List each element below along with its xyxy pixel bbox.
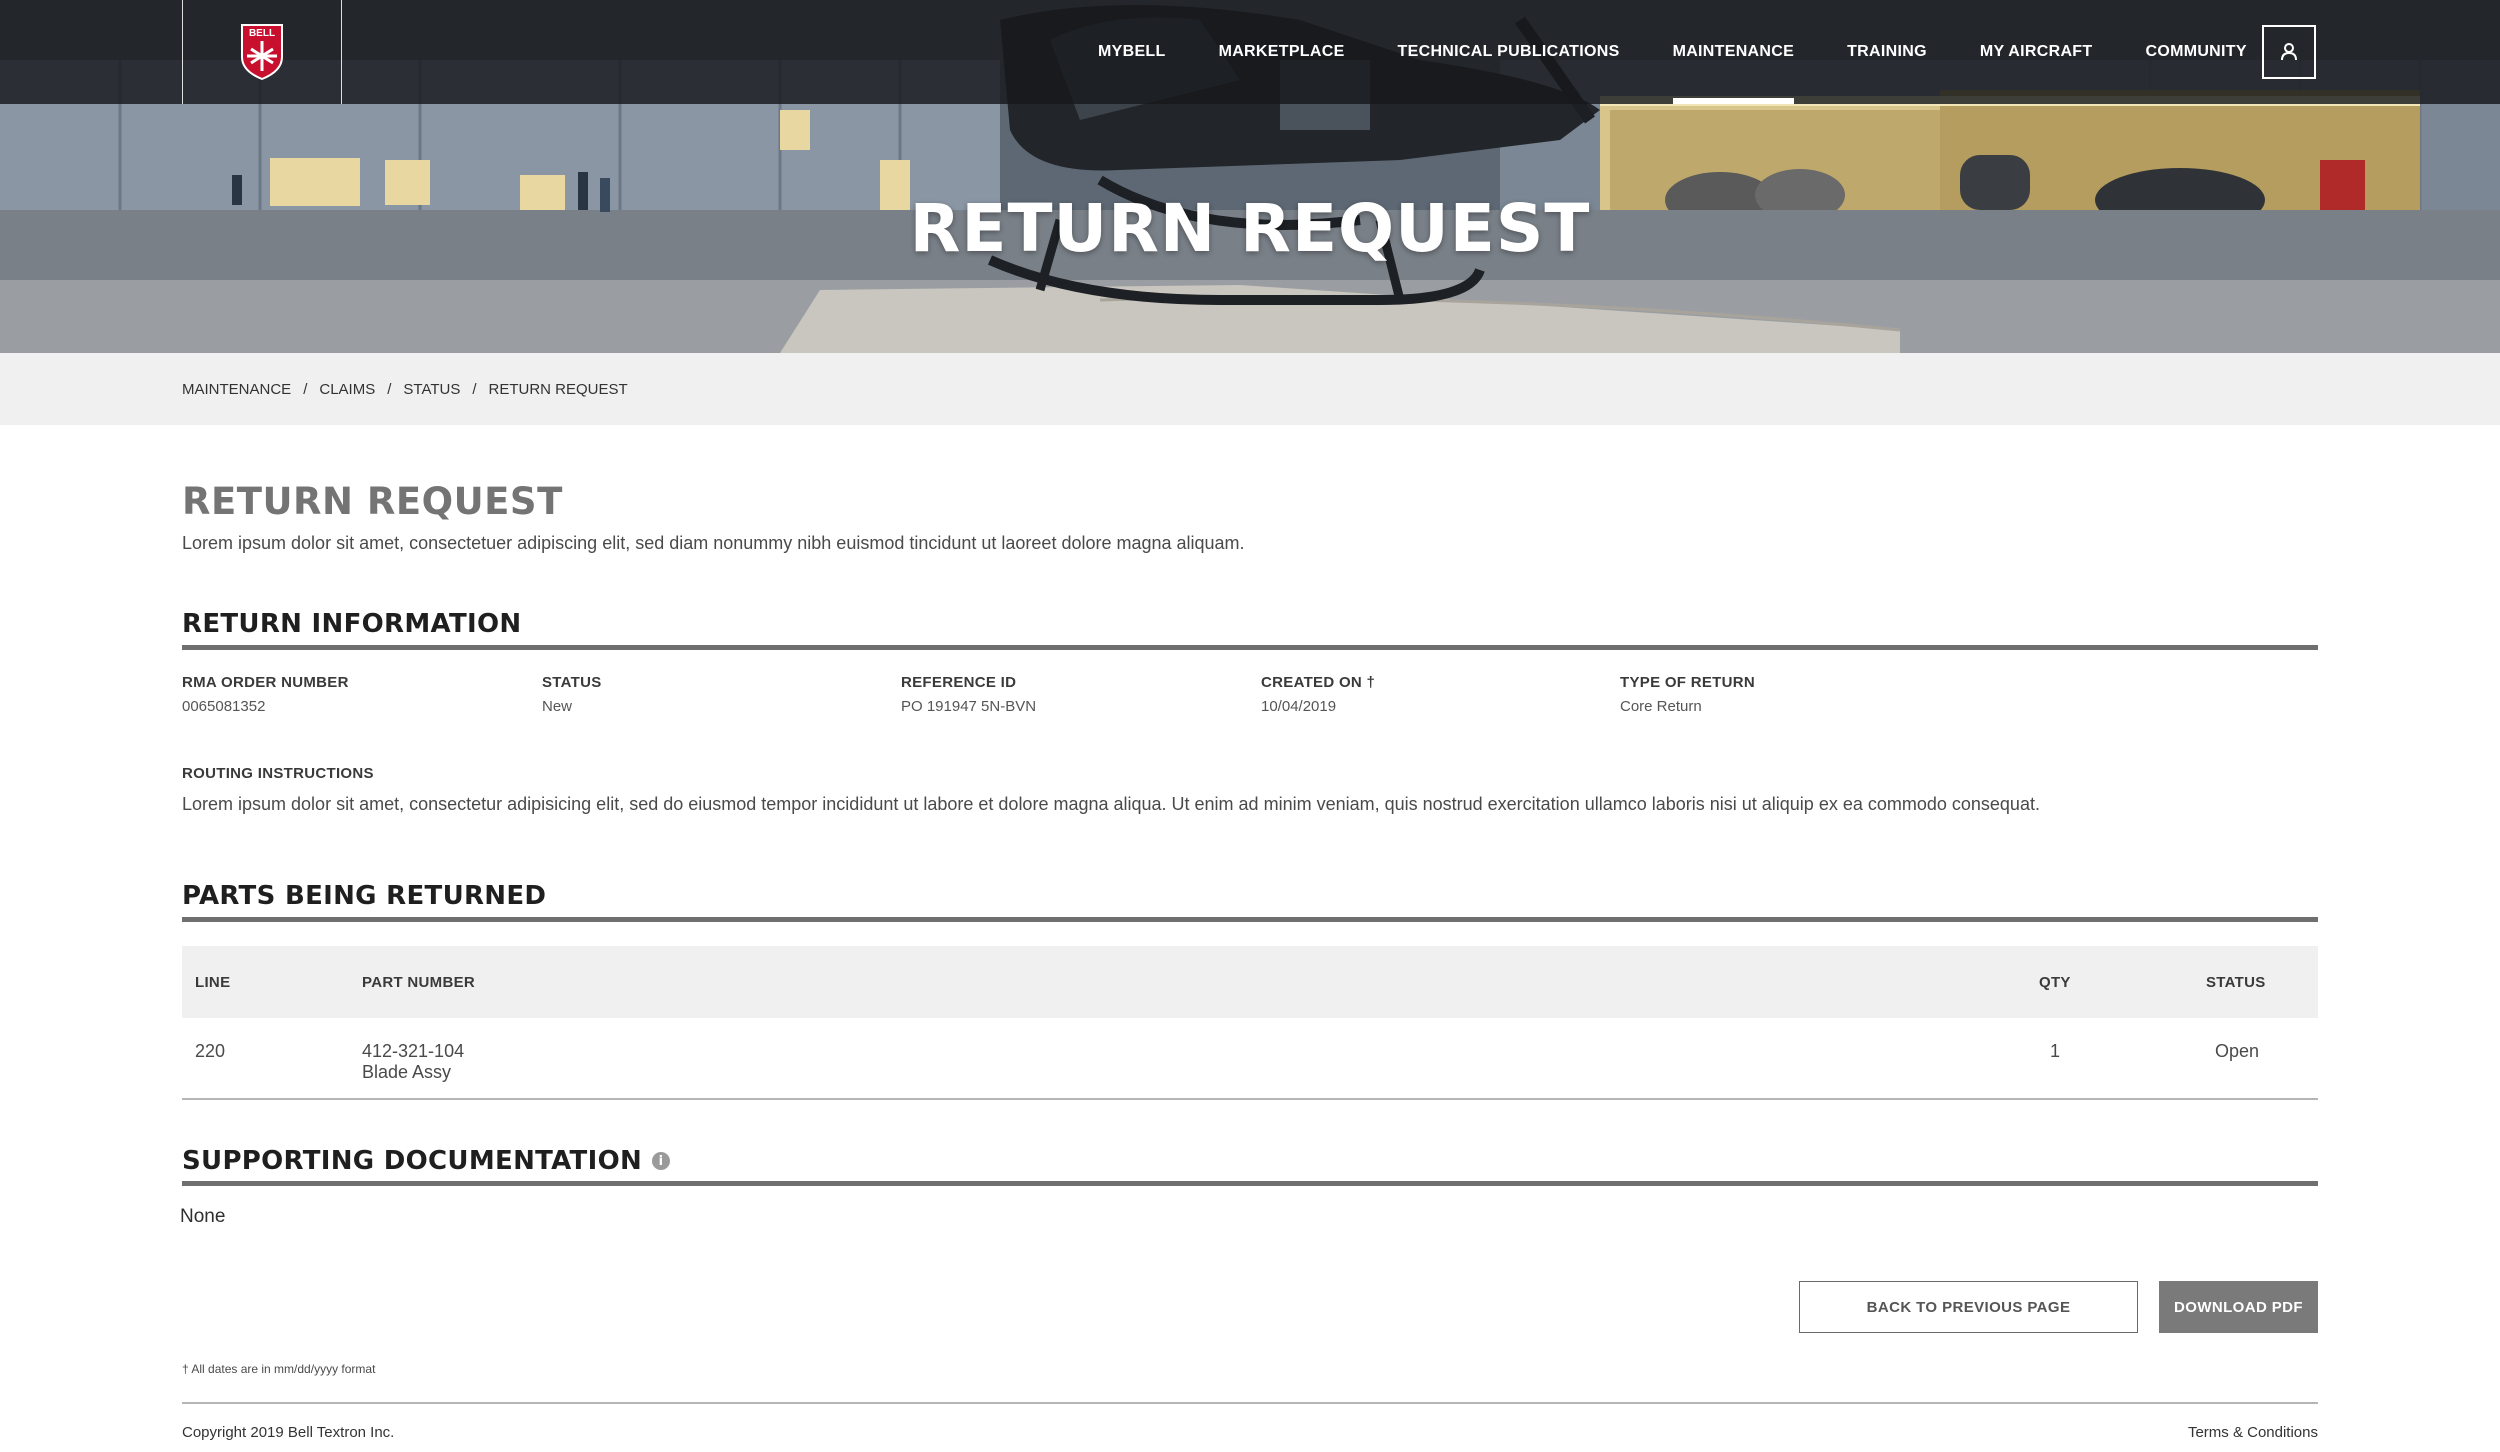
page-intro: Lorem ipsum dolor sit amet, consectetuer… bbox=[182, 533, 1245, 553]
type-of-return-value: Core Return bbox=[1620, 698, 1702, 715]
bell-logo-icon: BELL bbox=[241, 24, 283, 81]
rma-order-number-label: RMA ORDER NUMBER bbox=[182, 674, 349, 691]
logo-text: BELL bbox=[249, 28, 275, 39]
nav-item-training[interactable]: TRAINING bbox=[1847, 0, 1927, 104]
status-label: STATUS bbox=[542, 674, 602, 691]
nav-item-technical-publications[interactable]: TECHNICAL PUBLICATIONS bbox=[1398, 0, 1620, 104]
routing-instructions-text: Lorem ipsum dolor sit amet, consectetur … bbox=[182, 794, 2040, 814]
column-header-part-number: PART NUMBER bbox=[362, 973, 476, 991]
nav-item-community[interactable]: COMMUNITY bbox=[2145, 0, 2246, 104]
column-header-qty: QTY bbox=[2039, 973, 2071, 991]
terms-and-conditions-link[interactable]: Terms & Conditions bbox=[2188, 1424, 2318, 1441]
created-on-value: 10/04/2019 bbox=[1261, 698, 1337, 715]
cell-line: 220 bbox=[195, 1041, 226, 1061]
supporting-documentation-heading: SUPPORTING DOCUMENTATION i bbox=[182, 1146, 671, 1176]
user-icon bbox=[2281, 43, 2297, 61]
section-divider bbox=[182, 645, 2318, 650]
supporting-documentation-title: SUPPORTING DOCUMENTATION bbox=[182, 1146, 643, 1176]
back-to-previous-page-button[interactable]: BACK TO PREVIOUS PAGE bbox=[1799, 1281, 2138, 1333]
return-information-heading: RETURN INFORMATION bbox=[182, 609, 522, 639]
table-row-divider bbox=[182, 1098, 2318, 1100]
rma-order-number-value: 0065081352 bbox=[182, 698, 266, 715]
routing-instructions-label: ROUTING INSTRUCTIONS bbox=[182, 765, 374, 782]
cell-part-number: 412-321-104 bbox=[362, 1041, 465, 1061]
breadcrumb-status[interactable]: STATUS bbox=[403, 381, 460, 398]
info-icon[interactable]: i bbox=[652, 1152, 671, 1170]
type-of-return-label: TYPE OF RETURN bbox=[1620, 674, 1756, 691]
parts-table-header: LINE PART NUMBER QTY STATUS bbox=[182, 946, 2318, 1018]
parts-being-returned-heading: PARTS BEING RETURNED bbox=[182, 881, 547, 911]
nav-item-marketplace[interactable]: MARKETPLACE bbox=[1219, 0, 1345, 104]
section-divider bbox=[182, 917, 2318, 922]
breadcrumb-claims[interactable]: CLAIMS bbox=[319, 381, 375, 398]
hero-title: RETURN REQUEST bbox=[909, 190, 1591, 267]
breadcrumb-current: RETURN REQUEST bbox=[488, 380, 628, 398]
created-on-label: CREATED ON † bbox=[1261, 674, 1376, 691]
page-title: RETURN REQUEST bbox=[182, 480, 563, 523]
breadcrumb-separator: / bbox=[303, 380, 308, 398]
cell-status: Open bbox=[2215, 1041, 2260, 1061]
cell-part-description: Blade Assy bbox=[362, 1062, 452, 1082]
hero-banner: BELL MYBELL MARKETPLACE TECHNICAL PUBLIC… bbox=[0, 0, 2500, 353]
primary-nav: MYBELL MARKETPLACE TECHNICAL PUBLICATION… bbox=[1098, 0, 2300, 104]
column-header-line: LINE bbox=[195, 973, 231, 991]
user-account-button[interactable] bbox=[2262, 25, 2316, 79]
date-format-footnote: † All dates are in mm/dd/yyyy format bbox=[182, 1362, 376, 1376]
section-divider bbox=[182, 1181, 2318, 1186]
reference-id-label: REFERENCE ID bbox=[901, 674, 1017, 691]
nav-item-mybell[interactable]: MYBELL bbox=[1098, 0, 1166, 104]
top-navigation-bar: BELL MYBELL MARKETPLACE TECHNICAL PUBLIC… bbox=[0, 0, 2500, 104]
breadcrumb-separator: / bbox=[387, 380, 392, 398]
supporting-documentation-value: None bbox=[180, 1206, 226, 1227]
download-pdf-button[interactable]: DOWNLOAD PDF bbox=[2159, 1281, 2318, 1333]
breadcrumb: MAINTENANCE / CLAIMS / STATUS / RETURN R… bbox=[182, 353, 628, 425]
copyright-text: Copyright 2019 Bell Textron Inc. bbox=[182, 1424, 395, 1441]
reference-id-value: PO 191947 5N-BVN bbox=[901, 698, 1037, 715]
footer-divider bbox=[182, 1402, 2318, 1404]
status-value: New bbox=[542, 698, 573, 715]
brand-logo[interactable]: BELL bbox=[182, 0, 342, 104]
column-header-status: STATUS bbox=[2206, 973, 2266, 991]
breadcrumb-maintenance[interactable]: MAINTENANCE bbox=[182, 381, 291, 398]
nav-item-my-aircraft[interactable]: MY AIRCRAFT bbox=[1980, 0, 2093, 104]
breadcrumb-bar: MAINTENANCE / CLAIMS / STATUS / RETURN R… bbox=[0, 353, 2500, 425]
breadcrumb-separator: / bbox=[472, 380, 477, 398]
nav-item-maintenance[interactable]: MAINTENANCE bbox=[1672, 0, 1795, 104]
cell-qty: 1 bbox=[2050, 1041, 2061, 1061]
